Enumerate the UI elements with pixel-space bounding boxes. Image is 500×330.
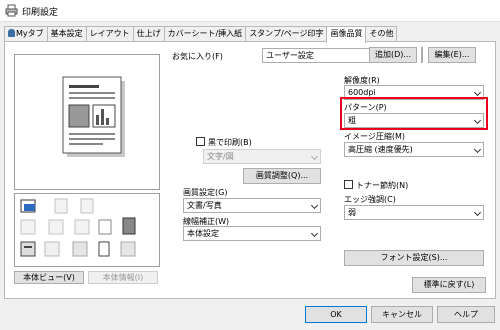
window-title: 印刷設定 bbox=[22, 8, 59, 18]
chevron-down-icon bbox=[310, 152, 319, 161]
line-width-value: 本体設定 bbox=[187, 229, 219, 238]
edge-select[interactable]: 弱 bbox=[344, 205, 484, 220]
mono-print-value: 文字/図 bbox=[207, 152, 234, 161]
user-icon bbox=[8, 29, 15, 37]
tab-image-quality[interactable]: 画像品質 bbox=[326, 26, 367, 43]
restore-default-button[interactable]: 標準に戻す(L) bbox=[412, 277, 486, 293]
compression-value: 高圧縮 (速度優先) bbox=[348, 145, 413, 154]
tab-mytab[interactable]: Myタブ bbox=[4, 26, 48, 42]
quality-adjust-label: 画質調整(Q)... bbox=[255, 171, 309, 180]
compression-select[interactable]: 高圧縮 (速度優先) bbox=[344, 142, 484, 157]
stapler-icon bbox=[54, 198, 68, 214]
spacer bbox=[421, 47, 423, 63]
tab-other[interactable]: その他 bbox=[365, 26, 398, 42]
compression-label: イメージ圧縮(M) bbox=[344, 132, 405, 141]
edge-value: 弱 bbox=[348, 208, 356, 217]
tab-cover-sheet[interactable]: カバーシート/挿入紙 bbox=[163, 26, 247, 42]
favorites-label: お気に入り(F) bbox=[172, 52, 223, 61]
chevron-down-icon bbox=[310, 229, 319, 238]
tab-finishing[interactable]: 仕上げ bbox=[132, 26, 165, 42]
sort-icon bbox=[44, 241, 60, 257]
help-label: ヘルプ bbox=[454, 310, 478, 319]
printer-icon bbox=[5, 4, 18, 17]
fold-icon bbox=[48, 219, 64, 235]
add-favorite-label: 追加(D)... bbox=[374, 50, 412, 59]
cancel-label: キャンセル bbox=[382, 310, 422, 319]
device-info-button[interactable]: 本体情報(I) bbox=[88, 271, 158, 284]
tray-icon bbox=[20, 199, 36, 213]
restore-default-label: 標準に戻す(L) bbox=[423, 280, 475, 289]
title-bar: 印刷設定 bbox=[0, 0, 500, 22]
paper-icon bbox=[98, 241, 110, 257]
quality-adjust-button[interactable]: 画質調整(Q)... bbox=[243, 168, 321, 184]
resolution-value: 600dpi bbox=[348, 88, 376, 97]
box-icon bbox=[98, 219, 112, 235]
device-view-button[interactable]: 本体ビュー(V) bbox=[14, 271, 84, 284]
edit-favorite-button[interactable]: 編集(E)... bbox=[428, 47, 476, 63]
finisher-icon bbox=[74, 219, 90, 235]
image-setting-value: 文書/写真 bbox=[187, 201, 222, 210]
tab-stamp[interactable]: スタンプ/ページ印字 bbox=[245, 26, 328, 42]
device-info-label: 本体情報(I) bbox=[102, 273, 144, 282]
ok-button[interactable]: OK bbox=[305, 306, 367, 323]
device-view-label: 本体ビュー(V) bbox=[23, 273, 75, 282]
font-settings-label: フォント設定(S)... bbox=[380, 253, 448, 262]
favorites-value: ユーザー設定 bbox=[266, 51, 314, 60]
add-favorite-button[interactable]: 追加(D)... bbox=[369, 47, 417, 63]
user-box-icon bbox=[72, 241, 88, 257]
tab-label: Myタブ bbox=[16, 29, 44, 38]
image-setting-label: 画質設定(G) bbox=[183, 188, 228, 197]
font-settings-button[interactable]: フォント設定(S)... bbox=[344, 250, 484, 266]
edit-favorite-label: 編集(E)... bbox=[434, 50, 470, 59]
ok-label: OK bbox=[330, 310, 342, 319]
paper-stack-icon bbox=[20, 241, 36, 257]
chevron-down-icon bbox=[310, 201, 319, 210]
tab-strip: Myタブ 基本設定 レイアウト 仕上げ カバーシート/挿入紙 スタンプ/ページ印… bbox=[4, 26, 398, 43]
chevron-down-icon bbox=[473, 88, 482, 97]
line-width-select[interactable]: 本体設定 bbox=[183, 226, 321, 241]
toner-save-label: トナー節約(N) bbox=[356, 181, 409, 190]
chevron-down-icon bbox=[473, 145, 482, 154]
tab-basic[interactable]: 基本設定 bbox=[46, 26, 87, 42]
stack-icon bbox=[120, 241, 136, 257]
mono-print-label: 黒で印刷(B) bbox=[208, 138, 252, 147]
chevron-down-icon bbox=[473, 208, 482, 217]
booklet-icon bbox=[20, 219, 36, 235]
cancel-button[interactable]: キャンセル bbox=[371, 306, 433, 323]
tab-layout[interactable]: レイアウト bbox=[85, 26, 134, 42]
image-setting-select[interactable]: 文書/写真 bbox=[183, 198, 321, 213]
help-button[interactable]: ヘルプ bbox=[437, 306, 495, 323]
mono-print-checkbox[interactable] bbox=[196, 137, 205, 146]
edge-label: エッジ強調(C) bbox=[344, 195, 396, 204]
mono-print-select[interactable]: 文字/図 bbox=[203, 149, 321, 164]
device-options-icons bbox=[20, 198, 136, 257]
mailbox-icon bbox=[122, 217, 136, 235]
toner-save-checkbox[interactable] bbox=[344, 180, 353, 189]
page-preview bbox=[14, 54, 160, 190]
punch-icon bbox=[80, 198, 94, 214]
highlight-box bbox=[340, 97, 488, 130]
document-preview-icon bbox=[62, 76, 125, 157]
device-options-panel bbox=[14, 193, 160, 267]
